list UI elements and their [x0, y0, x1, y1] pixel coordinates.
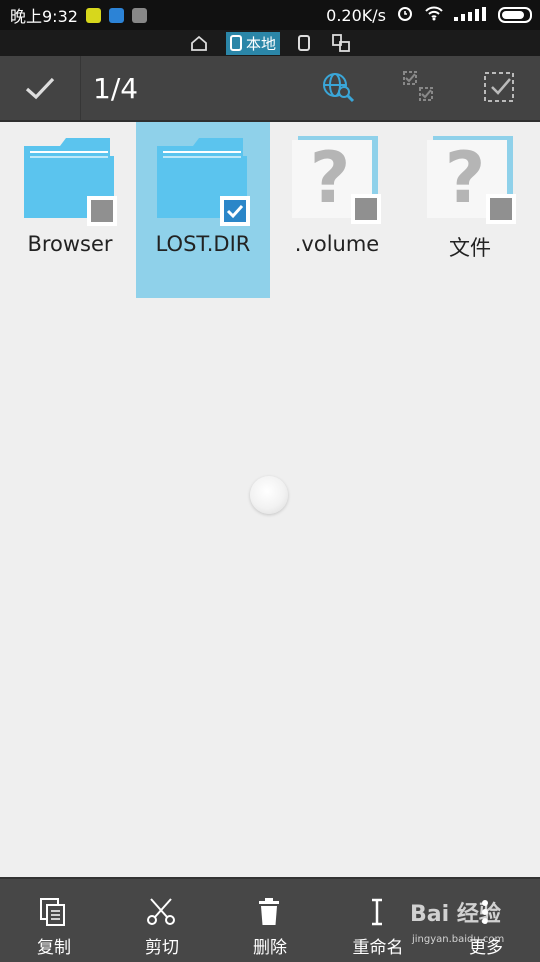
file-name: LOST.DIR: [155, 232, 251, 256]
file-name: Browser: [27, 232, 113, 256]
device-icon: [298, 35, 310, 51]
cut-label: 剪切: [145, 938, 179, 958]
home-tab[interactable]: [186, 34, 212, 52]
file-item-volume[interactable]: ? .volume: [270, 122, 404, 298]
signal-icon: [454, 6, 488, 25]
local-tab[interactable]: 本地: [225, 31, 280, 55]
wifi-icon: [424, 5, 444, 25]
phone-icon: [229, 35, 242, 51]
file-name: 文件: [449, 236, 491, 260]
file-item-wenjian[interactable]: ? 文件: [403, 122, 537, 298]
local-tab-label: 本地: [245, 34, 276, 53]
network-speed: 0.20K/s: [326, 5, 386, 25]
select-all-button[interactable]: [482, 70, 516, 108]
location-bar: 本地: [0, 30, 540, 56]
select-all-icon: [484, 72, 514, 102]
copy-icon: [40, 898, 65, 926]
network-search-button[interactable]: [320, 70, 356, 108]
svg-text:?: ?: [310, 137, 351, 219]
device-tab[interactable]: [294, 34, 314, 52]
text-cursor-icon: [372, 898, 382, 926]
scissors-icon: [147, 898, 175, 925]
watermark-logo: Bai 经验: [410, 902, 501, 927]
network-search-icon: [323, 73, 355, 103]
check-icon: [25, 77, 55, 100]
loading-spinner: [250, 476, 288, 514]
unknown-file-icon: ?: [292, 136, 381, 224]
unknown-file-icon: ?: [427, 136, 516, 224]
status-time: 晚上9:32: [10, 7, 78, 26]
selection-toolbar: 1/4: [0, 56, 540, 122]
file-name: .volume: [294, 232, 380, 256]
file-item-lost-dir[interactable]: LOST.DIR: [136, 122, 270, 298]
battery-icon: [498, 7, 532, 23]
notification-icon: [108, 7, 124, 23]
select-range-button[interactable]: [402, 70, 434, 106]
folder-icon: [24, 138, 117, 226]
alarm-icon: [396, 4, 414, 26]
trash-icon: [259, 898, 279, 925]
notification-icon: [131, 7, 147, 23]
copy-label: 复制: [37, 938, 71, 958]
cut-button[interactable]: 剪切: [108, 879, 216, 962]
delete-button[interactable]: 删除: [216, 879, 324, 962]
copy-button[interactable]: 复制: [0, 879, 108, 962]
status-bar: 晚上9:32 0.20K/s: [0, 0, 540, 30]
svg-text:?: ?: [445, 137, 486, 219]
delete-label: 删除: [253, 938, 287, 958]
devices-tab[interactable]: [328, 33, 354, 53]
selection-count: 1/4: [93, 72, 139, 105]
folder-icon: [157, 138, 250, 226]
devices-icon: [332, 34, 350, 52]
notification-icon: [85, 7, 101, 23]
home-icon: [191, 35, 207, 51]
watermark-url: jingyan.baidu.com: [412, 934, 505, 945]
select-range-icon: [403, 71, 433, 101]
done-button[interactable]: [0, 56, 81, 120]
file-item-browser[interactable]: Browser: [3, 122, 137, 298]
